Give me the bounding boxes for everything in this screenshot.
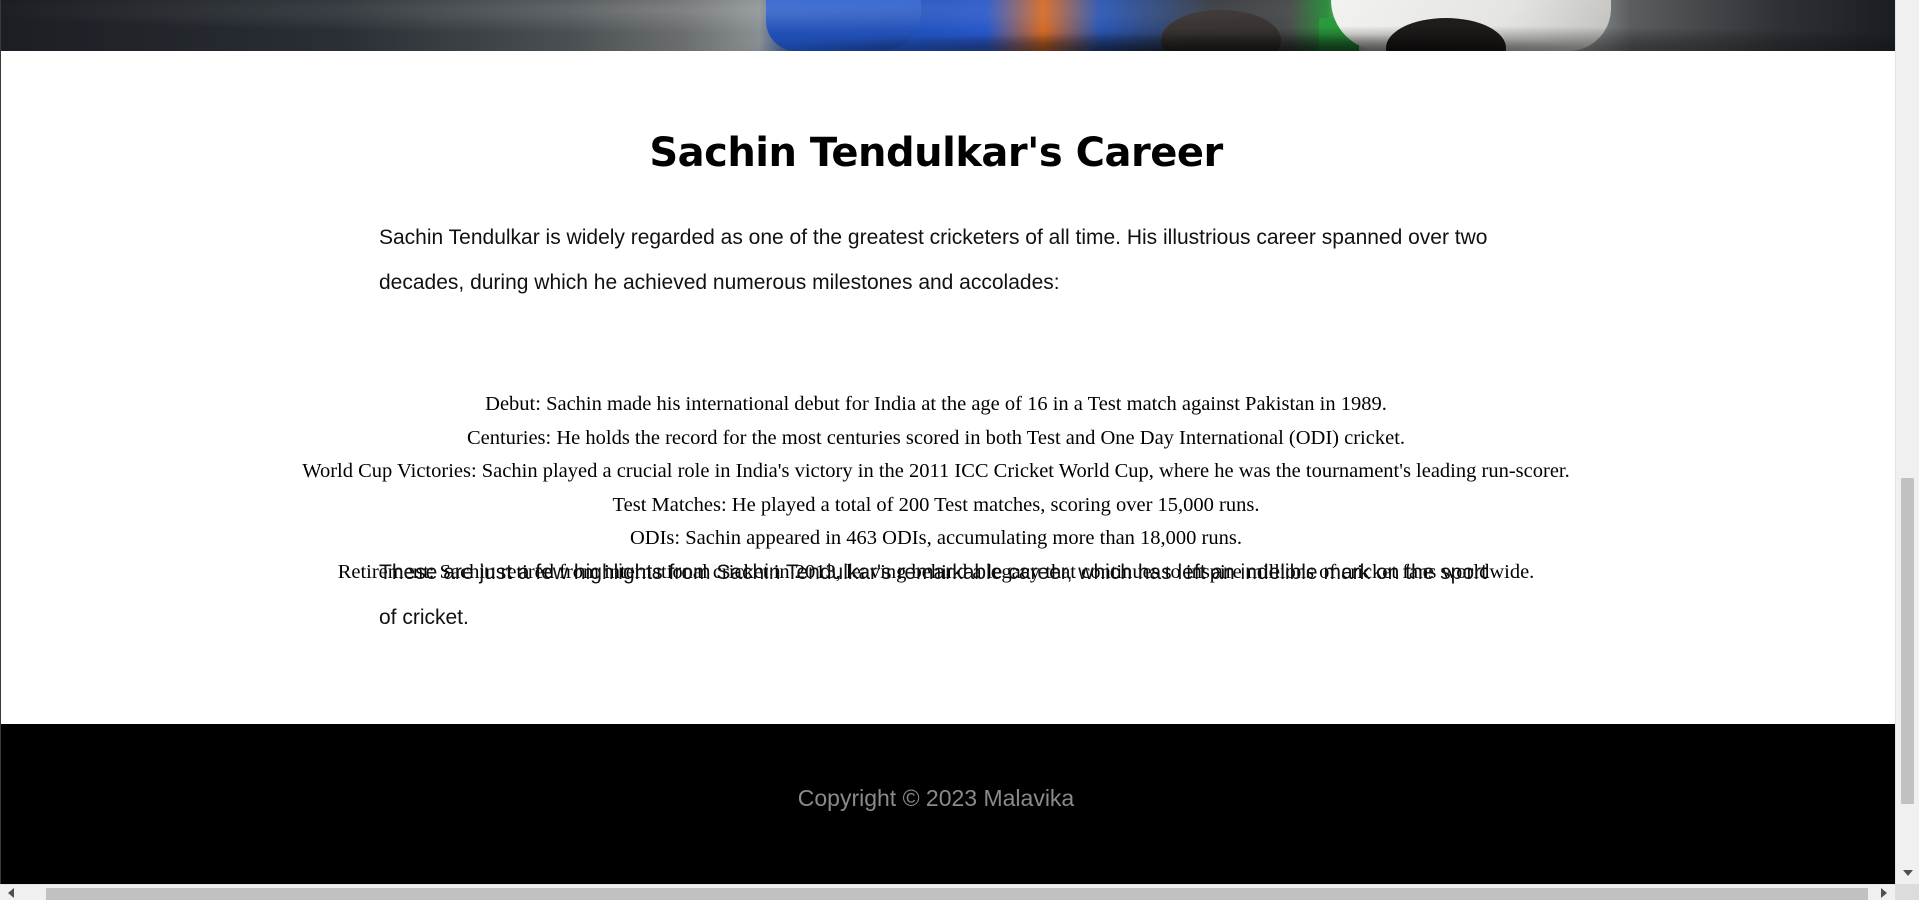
- horizontal-scrollbar[interactable]: [0, 884, 1895, 900]
- hero-image: [1, 0, 1895, 51]
- page-title: Sachin Tendulkar's Career: [649, 130, 1223, 176]
- intro-paragraph: Sachin Tendulkar is widely regarded as o…: [379, 226, 1488, 294]
- web-page: Sachin Tendulkar's Career Sachin Tendulk…: [0, 0, 1895, 884]
- list-item: Debut: Sachin made his international deb…: [485, 393, 1387, 415]
- scroll-right-arrow-icon[interactable]: [1881, 888, 1887, 898]
- scrollbar-corner: [1895, 884, 1919, 900]
- list-item: World Cup Victories: Sachin played a cru…: [302, 460, 1570, 483]
- copyright-text: Copyright © 2023 Malavika: [797, 785, 1075, 811]
- vertical-scrollbar[interactable]: [1895, 0, 1919, 884]
- scroll-down-arrow-icon[interactable]: [1903, 870, 1913, 876]
- hero-overlay: [1, 0, 1895, 51]
- list-item: Test Matches: He played a total of 200 T…: [612, 493, 1260, 516]
- footer: Copyright © 2023 Malavika: [1, 724, 1895, 884]
- scroll-left-arrow-icon[interactable]: [8, 888, 14, 898]
- outro-paragraph: These are just a few highlights from Sac…: [379, 561, 1487, 629]
- horizontal-scroll-thumb[interactable]: [46, 888, 1868, 900]
- career-section: Sachin Tendulkar's Career Sachin Tendulk…: [1, 51, 1895, 724]
- vertical-scroll-thumb[interactable]: [1901, 478, 1914, 804]
- list-item: Centuries: He holds the record for the m…: [466, 426, 1406, 449]
